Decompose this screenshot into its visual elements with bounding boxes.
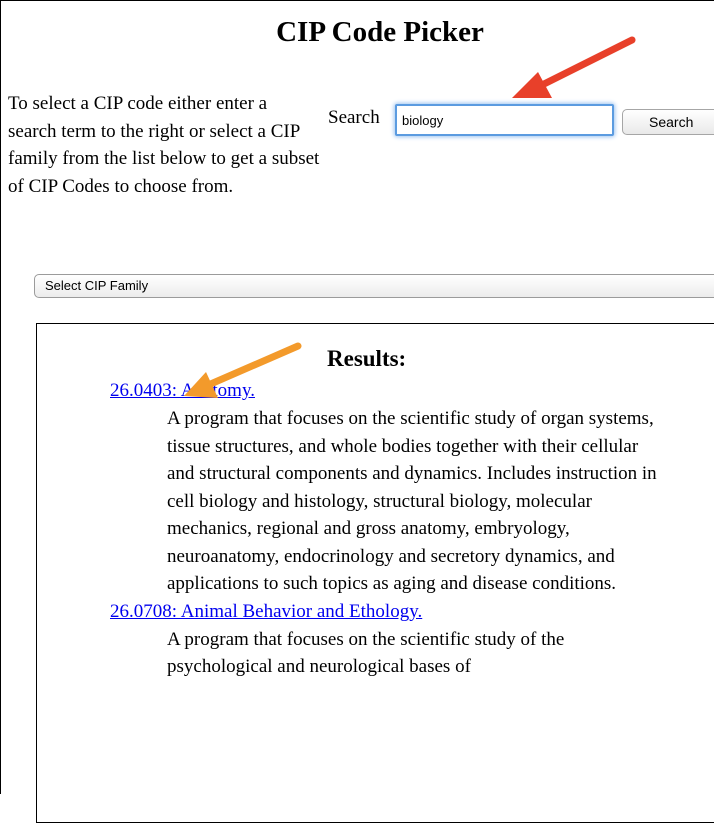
intro-text: To select a CIP code either enter a sear…	[8, 93, 320, 197]
results-list: 26.0403: Anatomy. A program that focuses…	[110, 377, 690, 681]
list-item: 26.0708: Animal Behavior and Ethology. A…	[110, 598, 690, 681]
search-button[interactable]: Search	[622, 109, 714, 135]
results-heading: Results:	[327, 346, 407, 371]
result-link[interactable]: 26.0403: Anatomy.	[110, 377, 690, 405]
result-description: A program that focuses on the scientific…	[167, 408, 657, 594]
cip-family-select[interactable]: Select CIP Family	[34, 274, 714, 298]
result-description: A program that focuses on the scientific…	[167, 628, 565, 678]
search-label: Search	[328, 107, 380, 128]
list-item: 26.0403: Anatomy. A program that focuses…	[110, 377, 690, 598]
page-title: CIP Code Picker	[276, 16, 484, 48]
results-panel: Results: 26.0403: Anatomy. A program tha…	[36, 323, 714, 823]
result-link[interactable]: 26.0708: Animal Behavior and Ethology.	[110, 598, 690, 626]
search-input[interactable]	[395, 104, 614, 136]
